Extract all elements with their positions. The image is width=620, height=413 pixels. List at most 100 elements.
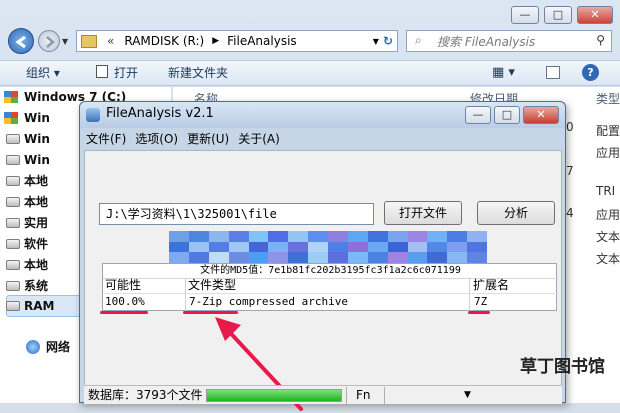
- nav-label: Win: [24, 111, 50, 125]
- organize-label: 组织: [26, 66, 51, 80]
- organize-menu[interactable]: 组织 ▾: [26, 64, 60, 82]
- annotation-underline: [468, 311, 490, 314]
- md5-value: 文件的MD5值：7e1b81fc202b3195fc3f1a2c6c071199: [200, 265, 461, 276]
- back-arrow-icon: [15, 35, 26, 49]
- recent-pages-icon[interactable]: ▼: [62, 37, 68, 46]
- nav-label: Win: [24, 132, 50, 146]
- menu-options[interactable]: 选项(O): [135, 129, 178, 149]
- extension-value: 7Z: [474, 295, 488, 308]
- column-header-extension[interactable]: 扩展名: [473, 278, 553, 293]
- column-header-probability[interactable]: 可能性: [105, 278, 183, 293]
- address-bar[interactable]: « RAMDISK (R:) ▶ FileAnalysis ▼ ↻: [76, 30, 398, 52]
- search-icon[interactable]: ⚲: [596, 33, 605, 47]
- nav-label: RAM: [24, 299, 55, 313]
- probability-value: 100.0%: [105, 295, 145, 308]
- drive-icon: [6, 260, 20, 270]
- progress-bar: [206, 389, 342, 402]
- nav-label: 本地: [24, 258, 49, 272]
- nav-item-network[interactable]: 网络: [26, 337, 71, 357]
- maximize-button[interactable]: □: [494, 106, 520, 124]
- type-cell: 应用: [596, 208, 620, 222]
- drive-icon: [6, 134, 20, 144]
- preview-pane-icon[interactable]: [546, 66, 560, 79]
- view-options-icon[interactable]: ▦ ▾: [492, 64, 515, 82]
- type-cell: 应用: [596, 146, 620, 160]
- column-header-file-type[interactable]: 文件类型: [188, 278, 468, 293]
- minimize-button[interactable]: —: [511, 6, 539, 24]
- close-button[interactable]: ✕: [523, 106, 559, 124]
- result-table: 文件的MD5值：7e1b81fc202b3195fc3f1a2c6c071199…: [102, 263, 558, 311]
- new-folder-button[interactable]: 新建文件夹: [168, 64, 228, 82]
- drive-icon: [6, 239, 20, 249]
- blurred-banner-image: [169, 231, 487, 263]
- search-input[interactable]: ⌕ 搜索 FileAnalysis ⚲: [406, 30, 612, 52]
- menu-update[interactable]: 更新(U): [187, 129, 229, 149]
- nav-item-drive[interactable]: Win: [6, 150, 50, 170]
- new-folder-label: 新建文件夹: [168, 66, 229, 80]
- scroll-down-icon[interactable]: ▼: [464, 386, 471, 404]
- windows-logo-icon: [4, 91, 18, 103]
- database-count: 数据库：3793个文件: [88, 388, 203, 402]
- file-path-field[interactable]: J:\学习资料\1\325001\file: [99, 203, 374, 225]
- window-title: FileAnalysis v2.1: [106, 106, 214, 121]
- refresh-icon[interactable]: ↻: [383, 34, 393, 48]
- date-cell: 0: [566, 120, 574, 134]
- nav-item-drive[interactable]: 系统: [6, 276, 48, 296]
- date-cell: 4: [566, 206, 574, 220]
- nav-label: 网络: [46, 340, 71, 354]
- title-bar[interactable]: FileAnalysis v2.1 — □ ✕: [80, 102, 565, 128]
- column-header-type[interactable]: 类型: [596, 88, 620, 110]
- maximize-button[interactable]: □: [544, 6, 572, 24]
- analyze-button[interactable]: 分析: [477, 201, 555, 225]
- drive-icon: [6, 155, 20, 165]
- nav-item-drive[interactable]: 本地: [6, 192, 48, 212]
- back-button[interactable]: [8, 28, 34, 54]
- nav-label: 本地: [24, 174, 49, 188]
- watermark: 草丁图书馆: [520, 357, 605, 377]
- nav-item-ramdisk[interactable]: RAM: [6, 296, 55, 316]
- address-dropdown-icon[interactable]: ▼: [373, 37, 379, 46]
- date-cell: 7: [566, 164, 574, 178]
- document-icon: [96, 65, 108, 78]
- nav-item-drive[interactable]: 实用: [6, 213, 49, 233]
- type-cell: 文本: [596, 230, 620, 244]
- windows-logo-icon: [4, 112, 18, 124]
- type-cell: 配置: [596, 124, 620, 138]
- address-segment-drive[interactable]: RAMDISK (R:): [124, 34, 204, 48]
- help-icon[interactable]: ?: [582, 64, 599, 81]
- nav-item-drive[interactable]: Win: [4, 108, 50, 128]
- type-cell: 文本: [596, 252, 620, 266]
- folder-icon: [81, 34, 97, 48]
- dialog-body: J:\学习资料\1\325001\file 打开文件 分析 文件的MD5值：7e…: [84, 150, 562, 411]
- minimize-button[interactable]: —: [465, 106, 491, 124]
- app-icon: [86, 108, 100, 122]
- nav-label: 实用: [24, 216, 49, 230]
- open-button[interactable]: 打开: [96, 64, 138, 82]
- nav-item-drive[interactable]: 本地: [6, 171, 49, 191]
- menu-file[interactable]: 文件(F): [86, 129, 126, 149]
- nav-label: Win: [24, 153, 50, 167]
- open-label: 打开: [114, 66, 139, 80]
- nav-item-drive[interactable]: Win: [6, 129, 50, 149]
- fn-indicator: Fn: [356, 388, 371, 402]
- open-file-button[interactable]: 打开文件: [384, 201, 462, 225]
- nav-label: 软件: [24, 237, 49, 251]
- type-cell: TRI: [596, 184, 616, 198]
- chevron-right-icon[interactable]: ▶: [212, 36, 219, 46]
- address-segment-folder[interactable]: FileAnalysis: [227, 34, 297, 48]
- address-separator: «: [107, 34, 115, 48]
- menu-about[interactable]: 关于(A): [238, 129, 280, 149]
- command-bar: [0, 60, 620, 86]
- search-placeholder: 搜索 FileAnalysis: [437, 34, 536, 49]
- file-type-value: 7-Zip compressed archive: [189, 295, 348, 308]
- drive-icon: [6, 176, 20, 186]
- close-button[interactable]: ✕: [577, 6, 613, 24]
- nav-item-drive[interactable]: 软件: [6, 234, 49, 254]
- nav-item-drive[interactable]: 本地: [6, 255, 49, 275]
- status-bar: 数据库：3793个文件 Fn ▼: [84, 385, 562, 404]
- search-icon: ⌕: [415, 33, 422, 47]
- forward-button[interactable]: [38, 30, 60, 52]
- drive-icon: [6, 218, 20, 228]
- menu-bar: 文件(F) 选项(O) 更新(U) 关于(A): [86, 129, 280, 149]
- drive-icon: [6, 301, 20, 311]
